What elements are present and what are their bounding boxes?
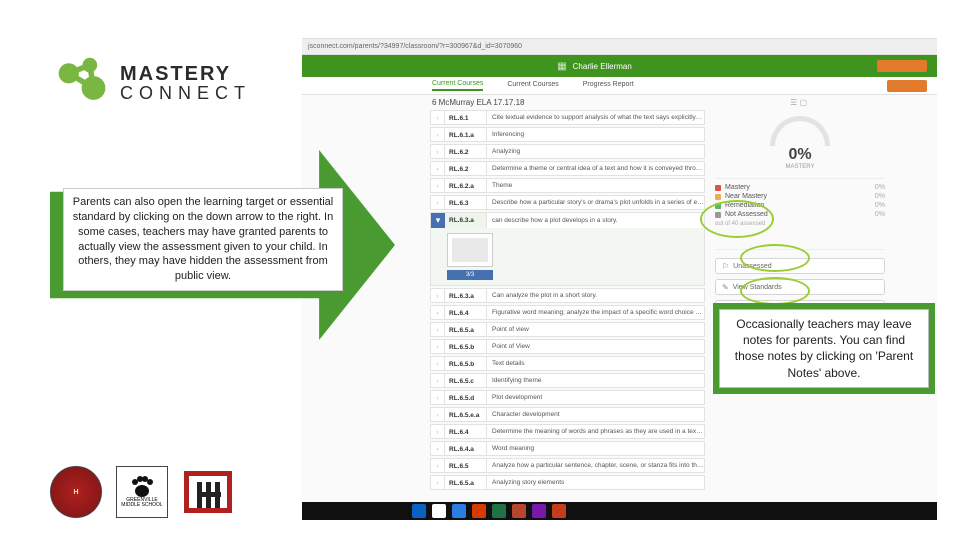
standards-list: ›RL.6.1Cite textual evidence to support … bbox=[430, 110, 705, 492]
taskbar-app-icon[interactable] bbox=[532, 504, 546, 518]
chevron-right-icon[interactable]: › bbox=[431, 425, 445, 438]
expanded-body: 3/3 bbox=[431, 228, 704, 285]
taskbar-app-icon[interactable] bbox=[452, 504, 466, 518]
standard-row[interactable]: ›RL.6.4Figurative word meaning; analyze … bbox=[430, 305, 705, 320]
standard-row[interactable]: ›RL.6.3Describe how a particular story's… bbox=[430, 195, 705, 210]
legend-row: Near Mastery0% bbox=[715, 193, 885, 200]
chevron-right-icon[interactable]: › bbox=[431, 357, 445, 370]
taskbar-app-icon[interactable] bbox=[492, 504, 506, 518]
side-panel: 0% MASTERY Mastery0%Near Mastery0%Remedi… bbox=[715, 110, 885, 492]
standard-row[interactable]: ›RL.6.5.bText details bbox=[430, 356, 705, 371]
highlight-circle-action-2 bbox=[740, 277, 810, 305]
chevron-right-icon[interactable]: › bbox=[431, 145, 445, 158]
standard-row[interactable]: ›RL.6.1Cite textual evidence to support … bbox=[430, 110, 705, 125]
chevron-right-icon[interactable]: › bbox=[431, 442, 445, 455]
chevron-right-icon[interactable]: › bbox=[431, 323, 445, 336]
chevron-right-icon[interactable]: › bbox=[431, 476, 445, 489]
chevron-right-icon[interactable]: › bbox=[431, 340, 445, 353]
chevron-right-icon[interactable]: › bbox=[431, 306, 445, 319]
chevron-right-icon[interactable]: › bbox=[431, 196, 445, 209]
mastery-connect-logo: MASTERY CONNECT bbox=[55, 55, 251, 110]
standard-row[interactable]: ›RL.6.2Analyzing bbox=[430, 144, 705, 159]
standard-row[interactable]: ›RL.6.3.aCan analyze the plot in a short… bbox=[430, 288, 705, 303]
parent-notes-text: Occasionally teachers may leave notes fo… bbox=[719, 309, 929, 388]
arrow-instruction-text: Parents can also open the learning targe… bbox=[63, 188, 343, 291]
chevron-right-icon[interactable]: › bbox=[431, 179, 445, 192]
tab-current-courses[interactable]: Current Courses bbox=[432, 80, 483, 91]
taskbar-app-icon[interactable] bbox=[512, 504, 526, 518]
footer-school-logos: H GREENVILLE MIDDLE SCHOOL bbox=[50, 466, 234, 518]
logo-text-line1: MASTERY bbox=[120, 64, 251, 84]
browser-url-bar: jsconnect.com/parents/?34997/classroom/?… bbox=[302, 39, 937, 55]
windows-taskbar bbox=[302, 502, 937, 520]
chevron-right-icon[interactable]: › bbox=[431, 289, 445, 302]
app-screenshot-panel: jsconnect.com/parents/?34997/classroom/?… bbox=[302, 38, 937, 508]
fw-logo bbox=[182, 466, 234, 518]
standard-row[interactable]: ›RL.6.5.aPoint of view bbox=[430, 322, 705, 337]
grid-icon: ▦ bbox=[557, 61, 566, 72]
standard-row[interactable]: ›RL.6.5.dPlot development bbox=[430, 390, 705, 405]
huntsville-logo: H bbox=[50, 466, 102, 518]
orange-header-button[interactable] bbox=[877, 60, 927, 72]
legend-row: Mastery0% bbox=[715, 184, 885, 191]
standard-row[interactable]: ›RL.6.5.bPoint of View bbox=[430, 339, 705, 354]
taskbar-app-icon[interactable] bbox=[552, 504, 566, 518]
logo-text-line2: CONNECT bbox=[120, 84, 251, 102]
app-top-bar: ▦ Charlie Ellerman bbox=[302, 55, 937, 77]
gauge-value: 0% bbox=[715, 146, 885, 164]
chevron-right-icon[interactable]: › bbox=[431, 128, 445, 141]
assessment-thumb-icon[interactable] bbox=[447, 233, 493, 267]
tab-progress-report[interactable]: Progress Report bbox=[583, 81, 634, 90]
logo-mark-icon bbox=[55, 55, 110, 110]
action-icon: ✎ bbox=[722, 283, 729, 292]
course-heading: 6 McMurray ELA 17.17.18 bbox=[432, 98, 525, 107]
highlight-circle-action-1 bbox=[740, 244, 810, 272]
standard-row[interactable]: ›RL.6.4Determine the meaning of words an… bbox=[430, 424, 705, 439]
parent-notes-callout: Occasionally teachers may leave notes fo… bbox=[713, 303, 935, 394]
chevron-right-icon[interactable]: › bbox=[431, 408, 445, 421]
chevron-right-icon[interactable]: › bbox=[431, 391, 445, 404]
taskbar-app-icon[interactable] bbox=[432, 504, 446, 518]
chevron-right-icon[interactable]: › bbox=[431, 374, 445, 387]
standard-row[interactable]: ›RL.6.4.aWord meaning bbox=[430, 441, 705, 456]
tab-secondary[interactable]: Current Courses bbox=[507, 81, 558, 90]
chevron-right-icon[interactable]: › bbox=[431, 162, 445, 175]
standard-row-expanded[interactable]: ▾RL.6.3.acan describe how a plot develop… bbox=[430, 212, 705, 286]
mastery-gauge: 0% MASTERY bbox=[715, 110, 885, 170]
gauge-label: MASTERY bbox=[715, 164, 885, 170]
tab-strip: Current Courses Current Courses Progress… bbox=[302, 77, 937, 95]
chevron-right-icon[interactable]: › bbox=[431, 459, 445, 472]
standard-row[interactable]: ›RL.6.5.e.aCharacter development bbox=[430, 407, 705, 422]
standard-row[interactable]: ›RL.6.2.aTheme bbox=[430, 178, 705, 193]
action-icon: ⚐ bbox=[722, 262, 729, 271]
assessment-score-badge: 3/3 bbox=[447, 270, 493, 280]
standard-row[interactable]: ›RL.6.5Analyze how a particular sentence… bbox=[430, 458, 705, 473]
standard-row[interactable]: ›RL.6.5.aAnalyzing story elements bbox=[430, 475, 705, 490]
standard-row[interactable]: ›RL.6.5.cIdentifying theme bbox=[430, 373, 705, 388]
taskbar-app-icon[interactable] bbox=[412, 504, 426, 518]
student-name: Charlie Ellerman bbox=[573, 62, 632, 71]
highlight-circle-row bbox=[700, 200, 774, 238]
greenville-logo: GREENVILLE MIDDLE SCHOOL bbox=[116, 466, 168, 518]
standard-row[interactable]: ›RL.6.2Determine a theme or central idea… bbox=[430, 161, 705, 176]
taskbar-app-icon[interactable] bbox=[472, 504, 486, 518]
orange-tab-button[interactable] bbox=[887, 80, 927, 92]
standard-row[interactable]: ›RL.6.1.aInferencing bbox=[430, 127, 705, 142]
view-toggle-icon[interactable]: ☰ ▢ bbox=[790, 98, 807, 107]
chevron-right-icon[interactable]: › bbox=[431, 111, 445, 124]
